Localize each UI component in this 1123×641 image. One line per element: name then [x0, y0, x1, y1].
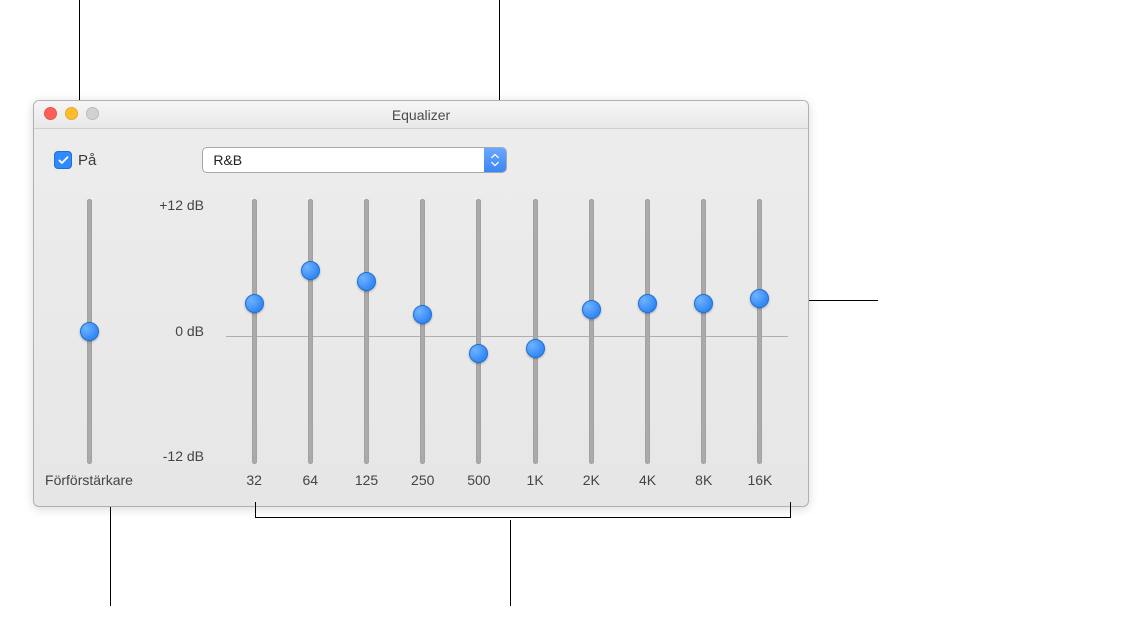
band-label-32: 32	[246, 472, 262, 494]
band-label-500: 500	[467, 472, 490, 494]
band-slider-8K[interactable]	[676, 199, 732, 464]
band-label-4K: 4K	[639, 472, 656, 494]
band-slider-1K[interactable]	[507, 199, 563, 464]
callout-line	[510, 520, 511, 606]
preamp-label: Förförstärkare	[45, 472, 133, 494]
band-slider-32[interactable]	[226, 199, 282, 464]
band-slider-knob-4K[interactable]	[638, 294, 657, 313]
db-axis-labels: +12 dB 0 dB -12 dB	[124, 191, 204, 494]
band-slider-4K[interactable]	[619, 199, 675, 464]
band-slider-125[interactable]	[338, 199, 394, 464]
band-slider-knob-64[interactable]	[301, 261, 320, 280]
band-label-2K: 2K	[583, 472, 600, 494]
band-slider-knob-8K[interactable]	[694, 294, 713, 313]
window-title: Equalizer	[392, 107, 450, 123]
band-slider-knob-2K[interactable]	[582, 300, 601, 319]
close-icon[interactable]	[44, 107, 57, 120]
band-label-1K: 1K	[527, 472, 544, 494]
db-label-mid: 0 dB	[175, 323, 204, 339]
preset-select[interactable]: R&B	[202, 147, 507, 173]
band-slider-knob-500[interactable]	[469, 344, 488, 363]
band-slider-knob-250[interactable]	[413, 305, 432, 324]
titlebar[interactable]: Equalizer	[34, 101, 808, 129]
preamp-slider-knob[interactable]	[80, 322, 99, 341]
band-slider-knob-16K[interactable]	[750, 289, 769, 308]
preamp-slider[interactable]	[54, 199, 124, 464]
db-label-top: +12 dB	[159, 197, 204, 213]
band-slider-knob-125[interactable]	[357, 272, 376, 291]
band-slider-knob-1K[interactable]	[526, 339, 545, 358]
db-label-bot: -12 dB	[163, 448, 204, 464]
band-slider-2K[interactable]	[563, 199, 619, 464]
equalizer-window: Equalizer På R&B	[33, 100, 809, 507]
on-checkbox[interactable]	[54, 151, 72, 169]
preset-stepper-icon[interactable]	[484, 148, 506, 172]
callout-line	[110, 506, 111, 606]
band-label-250: 250	[411, 472, 434, 494]
band-label-125: 125	[355, 472, 378, 494]
band-slider-64[interactable]	[282, 199, 338, 464]
on-checkbox-label: På	[78, 152, 96, 169]
band-slider-250[interactable]	[395, 199, 451, 464]
bands-bracket	[255, 502, 791, 518]
band-slider-knob-32[interactable]	[245, 294, 264, 313]
band-slider-500[interactable]	[451, 199, 507, 464]
preset-value: R&B	[203, 152, 484, 168]
band-label-16K: 16K	[747, 472, 772, 494]
band-label-8K: 8K	[695, 472, 712, 494]
band-slider-16K[interactable]	[732, 199, 788, 464]
minimize-icon[interactable]	[65, 107, 78, 120]
band-label-64: 64	[303, 472, 319, 494]
zoom-icon	[86, 107, 99, 120]
